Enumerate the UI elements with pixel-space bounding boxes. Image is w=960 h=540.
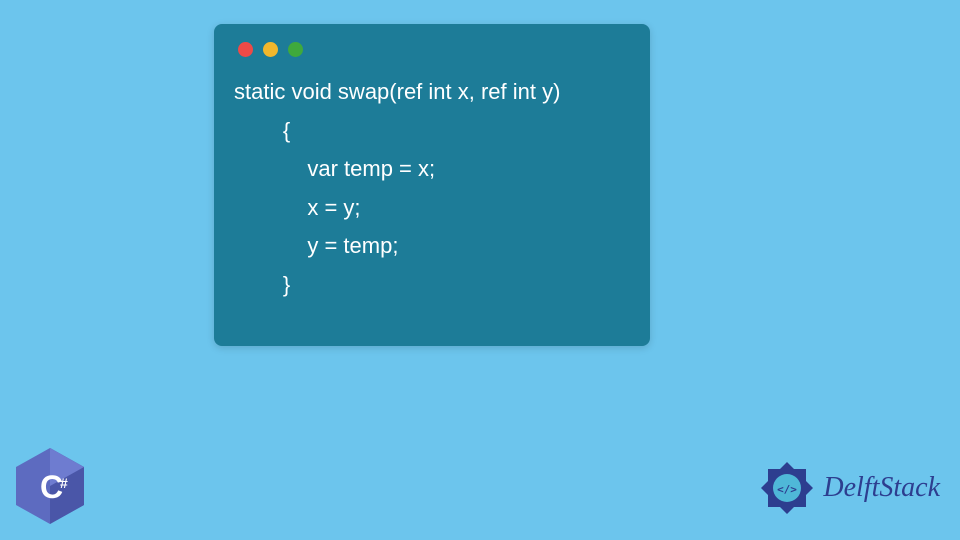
code-line: {	[234, 118, 290, 143]
minimize-icon[interactable]	[263, 42, 278, 57]
code-window: static void swap(ref int x, ref int y) {…	[214, 24, 650, 346]
code-line: static void swap(ref int x, ref int y)	[234, 79, 560, 104]
delftstack-logo-icon: </>	[757, 458, 817, 518]
svg-text:</>: </>	[777, 483, 797, 496]
code-line: var temp = x;	[234, 156, 435, 181]
csharp-badge-icon: C #	[16, 448, 84, 524]
maximize-icon[interactable]	[288, 42, 303, 57]
window-controls	[238, 42, 630, 57]
brand-label: DelftStack	[823, 472, 940, 504]
delftstack-brand: </> DelftStack	[757, 458, 940, 518]
code-block: static void swap(ref int x, ref int y) {…	[234, 73, 630, 304]
code-line: x = y;	[234, 195, 361, 220]
svg-text:#: #	[60, 475, 68, 491]
code-line: }	[234, 272, 290, 297]
code-line: y = temp;	[234, 233, 398, 258]
close-icon[interactable]	[238, 42, 253, 57]
